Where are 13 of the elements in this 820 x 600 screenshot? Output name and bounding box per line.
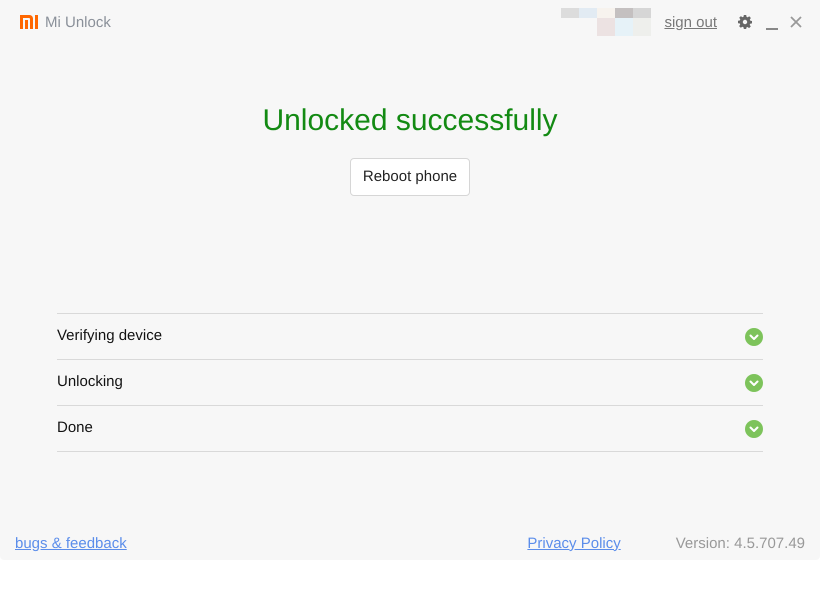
logo-icon <box>20 15 38 29</box>
close-icon[interactable] <box>790 16 802 28</box>
step-label: Verifying device <box>57 326 162 346</box>
step-label: Done <box>57 418 93 438</box>
status-heading: Unlocked successfully <box>262 103 558 139</box>
sign-out-link[interactable]: sign out <box>664 14 717 30</box>
step-label: Unlocking <box>57 372 123 392</box>
version-label: Version: 4.5.707.49 <box>676 534 805 554</box>
window-title: Mi Unlock <box>45 14 111 30</box>
bugs-feedback-link[interactable]: bugs & feedback <box>15 532 127 556</box>
settings-icon[interactable] <box>738 15 752 29</box>
reboot-phone-button[interactable]: Reboot phone <box>350 158 470 196</box>
privacy-policy-link[interactable]: Privacy Policy <box>527 532 621 556</box>
